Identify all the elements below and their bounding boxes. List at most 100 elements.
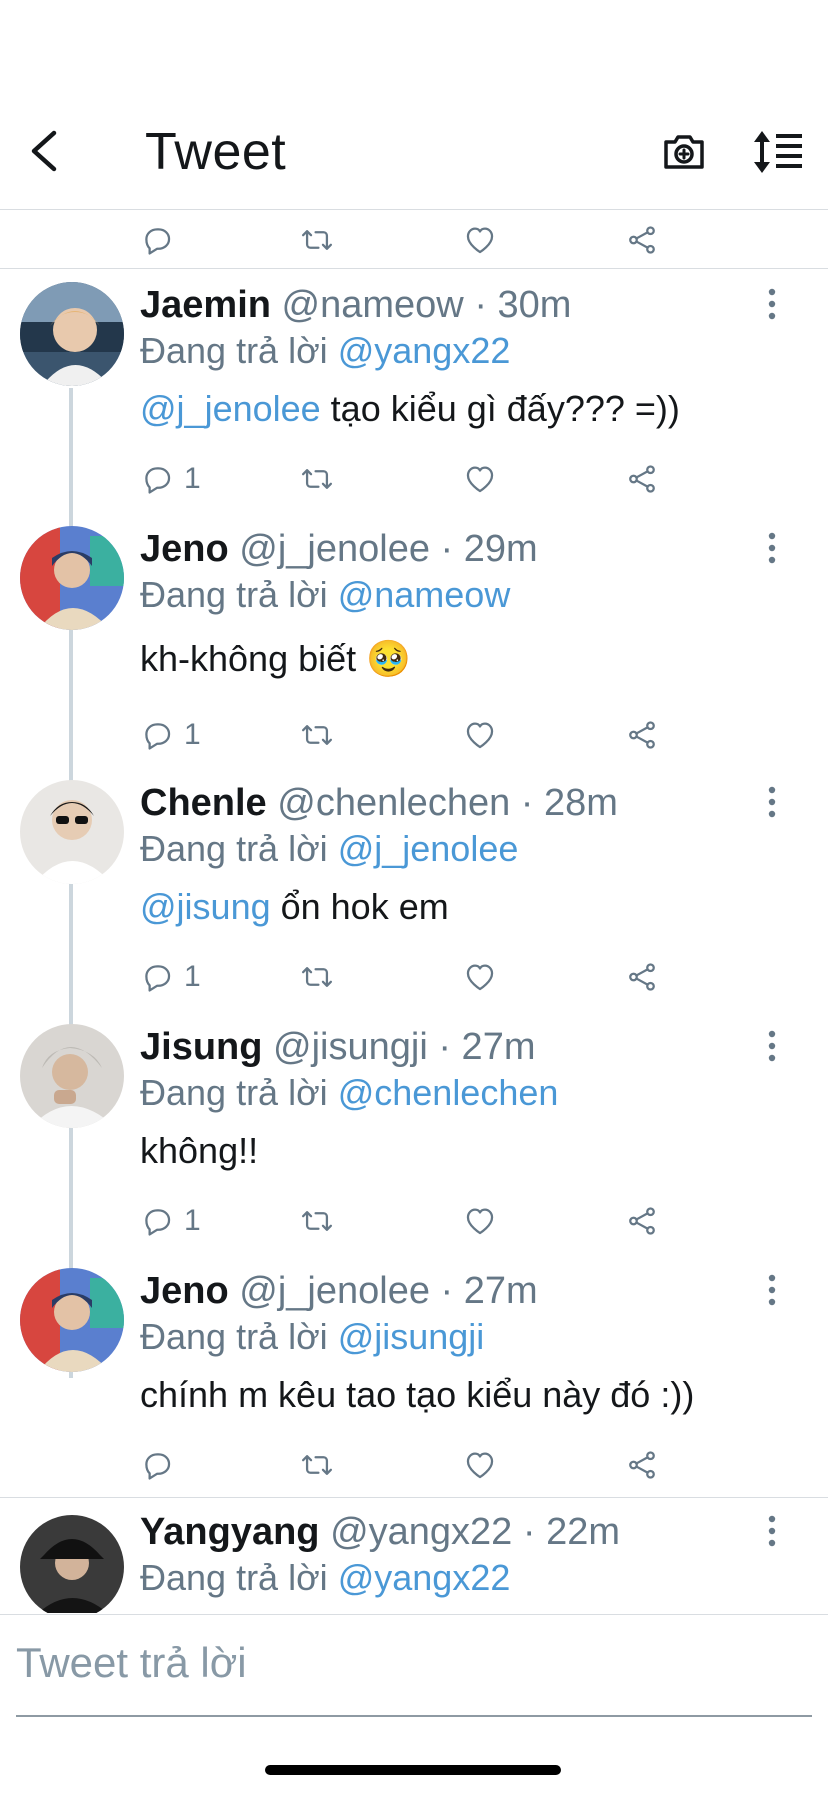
avatar[interactable] [20,1024,124,1128]
reply-button[interactable] [140,220,174,260]
tweet-item[interactable]: Jeno @j_jenolee · 29m Đang trả lời @name… [0,526,828,751]
tweet-body: ổn hok em [270,886,449,927]
tweet-actions [140,220,700,260]
more-vertical-icon[interactable] [760,528,784,568]
more-vertical-icon[interactable] [760,284,784,324]
tweet-item[interactable]: Chenle @chenlechen · 28m Đang trả lời @j… [0,780,828,995]
reply-to-link[interactable]: @yangx22 [338,330,511,371]
user-name[interactable]: Yangyang [140,1511,320,1553]
reply-count: 1 [184,1204,201,1237]
reply-to-link[interactable]: @chenlechen [338,1072,559,1113]
share-button[interactable] [625,957,659,997]
replying-to: Đang trả lời @j_jenolee [140,826,518,872]
heart-icon [463,1204,497,1238]
retweet-button[interactable] [300,1445,334,1485]
replying-to: Đang trả lời @yangx22 [140,328,510,374]
reply-to-link[interactable]: @nameow [338,574,511,615]
reply-to-link[interactable]: @j_jenolee [338,828,519,869]
tweet-actions: 1 [140,459,700,499]
reply-bubble-icon [140,718,174,752]
reply-button[interactable] [140,1445,174,1485]
camera-icon[interactable] [660,128,708,176]
retweet-button[interactable] [300,957,334,997]
app-header: Tweet [0,0,828,210]
avatar[interactable] [20,526,124,630]
user-handle[interactable]: @j_jenolee [239,528,430,570]
user-handle[interactable]: @jisungji [273,1026,428,1068]
replying-label: Đang trả lời [140,828,328,869]
share-button[interactable] [625,1445,659,1485]
like-button[interactable] [463,1445,497,1485]
share-icon [625,1448,659,1482]
user-handle[interactable]: @nameow [282,284,464,326]
tweet-item[interactable]: Jisung @jisungji · 27m Đang trả lời @che… [0,1024,828,1239]
tweet-text: chính m kêu tao tạo kiểu này đó :)) [140,1372,694,1418]
avatar[interactable] [20,1268,124,1372]
more-vertical-icon[interactable] [760,1270,784,1310]
tweet-text: không!! [140,1128,258,1174]
user-handle[interactable]: @yangx22 [330,1511,512,1553]
reply-to-link[interactable]: @yangx22 [338,1557,511,1598]
tweet-header: Jeno @j_jenolee · 29m [140,526,538,572]
reply-button[interactable]: 1 [140,957,201,997]
like-button[interactable] [463,459,497,499]
retweet-icon [300,1204,334,1238]
user-name[interactable]: Jeno [140,528,229,570]
tweet-text: kh-không biết 🥹 [140,636,411,682]
reply-bubble-icon [140,960,174,994]
tweet-actions: 1 [140,957,700,997]
like-button[interactable] [463,220,497,260]
chevron-left-icon[interactable] [22,125,66,177]
replying-label: Đang trả lời [140,1316,328,1357]
tweet-item[interactable]: Jaemin @nameow · 30m Đang trả lời @yangx… [0,282,828,497]
user-name[interactable]: Jisung [140,1026,262,1068]
replying-label: Đang trả lời [140,330,328,371]
avatar[interactable] [20,1515,124,1613]
share-button[interactable] [625,1201,659,1241]
tweet-text: @jisung ổn hok em [140,884,449,930]
tweet-item[interactable]: Jeno @j_jenolee · 27m Đang trả lời @jisu… [0,1268,828,1483]
mention-link[interactable]: @j_jenolee [140,388,321,429]
replying-label: Đang trả lời [140,1557,328,1598]
like-button[interactable] [463,957,497,997]
reply-bubble-icon [140,1448,174,1482]
user-name[interactable]: Jeno [140,1270,229,1312]
user-name[interactable]: Jaemin [140,284,271,326]
like-button[interactable] [463,1201,497,1241]
reply-button[interactable]: 1 [140,715,201,755]
retweet-button[interactable] [300,459,334,499]
share-button[interactable] [625,220,659,260]
more-vertical-icon[interactable] [760,1026,784,1066]
reply-button[interactable]: 1 [140,459,201,499]
retweet-button[interactable] [300,220,334,260]
reply-count: 1 [184,960,201,993]
tweet-header: Yangyang @yangx22 · 22m [140,1509,620,1555]
reply-to-link[interactable]: @jisungji [338,1316,485,1357]
share-icon [625,1204,659,1238]
tweet-body: kh-không biết 🥹 [140,638,411,679]
avatar[interactable] [20,282,124,386]
avatar[interactable] [20,780,124,884]
replying-label: Đang trả lời [140,574,328,615]
replying-to: Đang trả lời @chenlechen [140,1070,558,1116]
replying-label: Đang trả lời [140,1072,328,1113]
sort-icon[interactable] [752,128,804,176]
reply-button[interactable]: 1 [140,1201,201,1241]
tweet-body: tạo kiểu gì đấy??? =)) [320,388,680,429]
reply-input[interactable]: Tweet trả lời [16,1639,247,1687]
retweet-button[interactable] [300,715,334,755]
user-handle[interactable]: @chenlechen [277,782,510,824]
home-indicator[interactable] [265,1765,561,1775]
share-button[interactable] [625,715,659,755]
user-name[interactable]: Chenle [140,782,267,824]
tweet-time: · 30m [474,284,572,326]
tweet-item[interactable]: Yangyang @yangx22 · 22m Đang trả lời @ya… [0,1509,828,1613]
user-handle[interactable]: @j_jenolee [239,1270,430,1312]
share-button[interactable] [625,459,659,499]
mention-link[interactable]: @jisung [140,886,271,927]
more-vertical-icon[interactable] [760,1511,784,1551]
retweet-button[interactable] [300,1201,334,1241]
like-button[interactable] [463,715,497,755]
more-vertical-icon[interactable] [760,782,784,822]
tweet-header: Chenle @chenlechen · 28m [140,780,618,826]
